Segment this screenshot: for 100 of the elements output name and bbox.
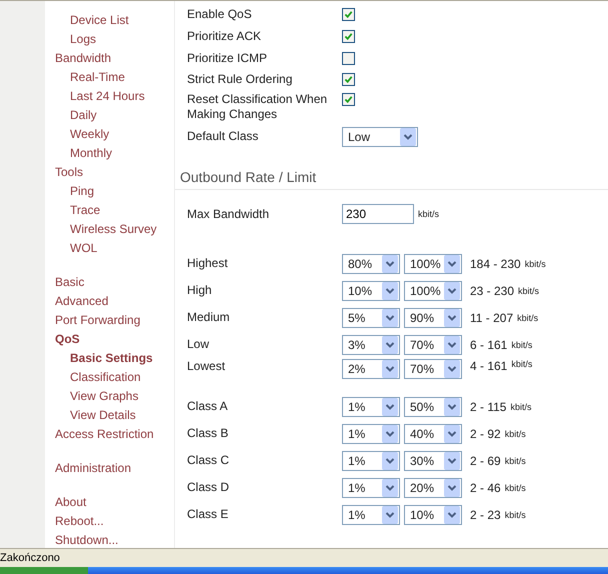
class-name: Class B bbox=[186, 426, 230, 442]
sidebar-link[interactable]: Port Forwarding bbox=[45, 311, 174, 330]
chevron-down-icon bbox=[444, 336, 460, 354]
input-field[interactable]: 230 bbox=[342, 204, 414, 224]
chevron-down-icon bbox=[444, 424, 460, 443]
class-name: Class D bbox=[186, 480, 230, 496]
rate-range: 2 - 69 bbox=[470, 454, 501, 468]
dropdown[interactable]: 90% bbox=[404, 308, 462, 328]
setting-label: Strict Rule Ordering bbox=[186, 72, 294, 88]
chevron-down-icon bbox=[382, 424, 398, 443]
chevron-down-icon bbox=[444, 398, 460, 416]
sidebar-link[interactable]: Last 24 Hours bbox=[45, 87, 174, 106]
dropdown[interactable]: 70% bbox=[404, 334, 462, 355]
chevron-down-icon bbox=[382, 452, 398, 470]
chevron-down-icon bbox=[444, 254, 460, 273]
dropdown[interactable]: 1% bbox=[342, 504, 400, 525]
rate-range: 23 - 230 bbox=[470, 284, 514, 298]
class-name: Class A bbox=[186, 399, 229, 414]
rate-range: 184 - 230 bbox=[470, 256, 521, 271]
dropdown[interactable]: 40% bbox=[404, 424, 462, 444]
sidebar-link[interactable]: Basic Settings bbox=[45, 349, 174, 368]
sidebar-link[interactable]: View Graphs bbox=[45, 387, 174, 406]
unit-label: kbit/s bbox=[510, 402, 532, 412]
sidebar-link[interactable]: Advanced bbox=[45, 292, 174, 311]
status-text: Zakończono bbox=[0, 552, 60, 564]
chevron-down-icon bbox=[382, 506, 398, 524]
class-name: Lowest bbox=[186, 359, 226, 374]
sidebar-link[interactable]: Classification bbox=[45, 368, 174, 387]
sidebar-link[interactable]: Basic bbox=[45, 273, 174, 292]
dropdown[interactable]: 1% bbox=[342, 396, 400, 417]
dropdown[interactable]: 70% bbox=[404, 359, 462, 380]
class-name: High bbox=[186, 283, 213, 298]
chevron-down-icon bbox=[444, 282, 460, 300]
sidebar-link[interactable]: Device List bbox=[45, 11, 174, 30]
unit-label: kbit/s bbox=[518, 286, 540, 296]
rate-range: 2 - 46 bbox=[470, 480, 501, 495]
sidebar-link[interactable]: View Details bbox=[45, 406, 174, 425]
sidebar-link[interactable]: WOL bbox=[45, 239, 174, 258]
sidebar-link[interactable]: Weekly bbox=[45, 125, 174, 144]
checkbox[interactable] bbox=[342, 52, 355, 65]
setting-label: Default Class bbox=[186, 129, 260, 144]
unit-label: kbit/s bbox=[517, 312, 538, 323]
dropdown[interactable]: 2% bbox=[342, 359, 400, 380]
dropdown[interactable]: 5% bbox=[342, 308, 400, 328]
sidebar-link[interactable]: Ping bbox=[45, 182, 174, 201]
unit-label: kbit/s bbox=[511, 340, 532, 350]
unit-label: kbit/s bbox=[504, 456, 526, 466]
start-button[interactable] bbox=[0, 567, 88, 574]
sidebar-link[interactable]: Tools bbox=[45, 163, 174, 182]
dropdown[interactable]: 20% bbox=[404, 478, 462, 498]
sidebar-link[interactable]: Wireless Survey bbox=[45, 220, 174, 239]
rate-range: 6 - 161 bbox=[470, 338, 508, 352]
chevron-down-icon bbox=[382, 308, 398, 327]
sidebar-link[interactable]: Trace bbox=[45, 201, 174, 220]
sidebar-link[interactable]: Real-Time bbox=[45, 68, 174, 87]
checkbox[interactable] bbox=[342, 92, 355, 106]
rate-range: 2 - 115 bbox=[470, 400, 506, 414]
chevron-down-icon bbox=[444, 308, 460, 327]
chevron-down-icon bbox=[382, 478, 398, 497]
sidebar-link[interactable]: Monthly bbox=[45, 144, 174, 163]
sidebar-link[interactable]: Bandwidth bbox=[45, 49, 174, 68]
dropdown[interactable]: 1% bbox=[342, 424, 400, 444]
checkbox[interactable] bbox=[342, 30, 355, 44]
unit-label: kbit/s bbox=[504, 482, 526, 493]
class-name: Highest bbox=[186, 256, 229, 272]
setting-label: Max Bandwidth bbox=[186, 206, 270, 222]
dropdown[interactable]: 100% bbox=[404, 280, 462, 301]
dropdown[interactable]: 50% bbox=[404, 396, 462, 417]
dropdown[interactable]: 30% bbox=[404, 450, 462, 471]
dropdown[interactable]: 100% bbox=[404, 254, 462, 274]
checkbox[interactable] bbox=[342, 73, 355, 86]
sidebar-link[interactable]: Daily bbox=[45, 106, 174, 125]
chevron-down-icon bbox=[382, 336, 398, 354]
unit-label: kbit/s bbox=[504, 510, 526, 520]
unit-label: kbit/s bbox=[524, 258, 546, 269]
dropdown[interactable]: 80% bbox=[342, 254, 400, 274]
dropdown[interactable]: 1% bbox=[342, 450, 400, 471]
unit-label: kbit/s bbox=[511, 359, 532, 370]
dropdown[interactable]: 3% bbox=[342, 334, 400, 355]
setting-label: Prioritize ACK bbox=[186, 29, 262, 44]
class-name: Low bbox=[186, 337, 210, 352]
chevron-down-icon bbox=[382, 254, 398, 273]
dropdown[interactable]: 1% bbox=[342, 478, 400, 498]
dropdown[interactable]: Low bbox=[342, 126, 418, 147]
chevron-down-icon bbox=[444, 452, 460, 470]
class-name: Class C bbox=[186, 453, 230, 468]
sidebar-link[interactable]: Logs bbox=[45, 30, 174, 49]
chevron-down-icon bbox=[382, 398, 398, 416]
sidebar-link[interactable]: About bbox=[45, 493, 174, 512]
sidebar-link[interactable]: Shutdown... bbox=[45, 531, 174, 548]
setting-label: Prioritize ICMP bbox=[186, 50, 268, 66]
dropdown[interactable]: 10% bbox=[342, 280, 400, 301]
checkbox[interactable] bbox=[342, 8, 355, 22]
dropdown[interactable]: 10% bbox=[404, 504, 462, 525]
class-name: Medium bbox=[186, 310, 231, 326]
sidebar-link[interactable]: Access Restriction bbox=[45, 425, 174, 444]
sidebar-link[interactable]: QoS bbox=[45, 330, 174, 349]
sidebar-link[interactable]: Administration bbox=[45, 459, 174, 478]
sidebar-link[interactable]: Reboot... bbox=[45, 512, 174, 531]
unit-label: kbit/s bbox=[418, 209, 440, 220]
